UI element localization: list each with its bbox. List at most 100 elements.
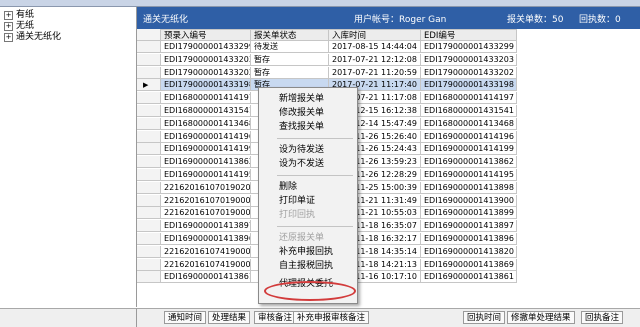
cell-entry-time[interactable]: 2017-07-21 12:12:08: [329, 53, 421, 66]
cell-preentry-no[interactable]: EDI168000001414197: [161, 92, 251, 105]
cell-preentry-no[interactable]: 221620161074190005: [161, 245, 251, 258]
cell-edi-no[interactable]: EDI169000001413869: [421, 258, 517, 271]
row-header[interactable]: [137, 105, 161, 117]
current-row-indicator[interactable]: [137, 79, 161, 92]
cell-edi-no[interactable]: EDI168000001431541: [421, 105, 517, 117]
tab-receipt-time[interactable]: 回执时间: [463, 311, 506, 324]
cell-preentry-no[interactable]: EDI169000001414195: [161, 169, 251, 181]
cell-edi-no[interactable]: EDI169000001413896: [421, 233, 517, 245]
cell-edi-no[interactable]: EDI179000001433198: [421, 79, 517, 92]
expand-icon[interactable]: +: [4, 11, 13, 20]
cell-preentry-no[interactable]: EDI168000001413468: [161, 117, 251, 130]
menu-item-find-declaration[interactable]: 查找报关单: [259, 120, 357, 134]
cell-edi-no[interactable]: EDI168000001414197: [421, 92, 517, 105]
cell-edi-no[interactable]: EDI169000001413820: [421, 245, 517, 258]
cell-edi-no[interactable]: EDI169000001414195: [421, 169, 517, 181]
cell-preentry-no[interactable]: EDI179000001433202: [161, 66, 251, 79]
menu-item-set-no-send[interactable]: 设为不发送: [259, 157, 357, 171]
tab-supplement-review-note[interactable]: 补充申报审核备注: [293, 311, 370, 324]
cell-preentry-no[interactable]: EDI179000001433198: [161, 79, 251, 92]
row-header[interactable]: [137, 41, 161, 53]
tab-receipt-note[interactable]: 回执备注: [581, 311, 624, 324]
cell-preentry-no[interactable]: EDI179000001433203: [161, 53, 251, 66]
row-header[interactable]: [137, 169, 161, 181]
cell-status[interactable]: 待发送: [251, 41, 329, 53]
table-row[interactable]: EDI179000001433299 待发送 2017-08-15 14:44:04…: [137, 41, 517, 53]
row-header[interactable]: [137, 258, 161, 271]
row-header[interactable]: [137, 271, 161, 284]
cell-edi-no[interactable]: EDI169000001413900: [421, 194, 517, 207]
cell-preentry-no[interactable]: 221620161070190007: [161, 194, 251, 207]
row-header[interactable]: [137, 245, 161, 258]
cell-edi-no[interactable]: EDI169000001414199: [421, 143, 517, 156]
menu-separator: [277, 138, 353, 139]
cell-preentry-no[interactable]: EDI169000001414199: [161, 143, 251, 156]
column-header-preentry-no[interactable]: 预录入编号: [161, 29, 251, 41]
row-header[interactable]: [137, 92, 161, 105]
row-header[interactable]: [137, 194, 161, 207]
menu-item-new-declaration[interactable]: 新增报关单: [259, 92, 357, 106]
cell-edi-no[interactable]: EDI169000001413898: [421, 181, 517, 194]
cell-edi-no[interactable]: EDI179000001433203: [421, 53, 517, 66]
row-header[interactable]: [137, 117, 161, 130]
row-header[interactable]: [137, 220, 161, 233]
cell-edi-no[interactable]: EDI169000001414196: [421, 130, 517, 143]
tab-process-result[interactable]: 处理结果: [208, 311, 251, 324]
tree-item-paper[interactable]: + 有纸: [4, 10, 34, 21]
tab-review-note[interactable]: 审核备注: [254, 311, 297, 324]
row-header[interactable]: [137, 130, 161, 143]
cell-preentry-no[interactable]: 221620161070190208: [161, 181, 251, 194]
table-row[interactable]: EDI179000001433202 暂存 2017-07-21 11:20:59 E…: [137, 66, 517, 79]
declaration-count-label: 报关单数：50: [507, 15, 564, 25]
row-header[interactable]: [137, 233, 161, 245]
cell-edi-no[interactable]: EDI179000001433299: [421, 41, 517, 53]
tab-notify-time[interactable]: 通知时间: [164, 311, 207, 324]
menu-item-self-tax-receipt[interactable]: 自主报税回执: [259, 259, 357, 273]
cell-preentry-no[interactable]: EDI169000001414196: [161, 130, 251, 143]
row-header[interactable]: [137, 53, 161, 66]
expand-icon[interactable]: +: [4, 22, 13, 31]
receipt-count-label: 回执数：0: [579, 15, 621, 25]
column-header-status[interactable]: 报关单状态: [251, 29, 329, 41]
cell-edi-no[interactable]: EDI169000001413862: [421, 156, 517, 169]
cell-status[interactable]: 暂存: [251, 66, 329, 79]
row-header[interactable]: [137, 156, 161, 169]
row-header[interactable]: [137, 207, 161, 220]
menu-item-supplement-receipt[interactable]: 补充申报回执: [259, 245, 357, 259]
tree-item-customs-paperless[interactable]: + 通关无纸化: [4, 32, 61, 43]
cell-edi-no[interactable]: EDI179000001433202: [421, 66, 517, 79]
cell-entry-time[interactable]: 2017-07-21 11:20:59: [329, 66, 421, 79]
cell-status[interactable]: 暂存: [251, 53, 329, 66]
row-header[interactable]: [137, 66, 161, 79]
row-header[interactable]: [137, 181, 161, 194]
tree-item-paperless[interactable]: + 无纸: [4, 21, 34, 32]
menu-item-print-documents[interactable]: 打印单证: [259, 194, 357, 208]
menu-item-restore-declaration[interactable]: 还原报关单: [259, 231, 357, 245]
table-header-row: 预录入编号 报关单状态 入库时间 EDI编号: [137, 29, 517, 41]
cell-preentry-no[interactable]: EDI169000001413862: [161, 156, 251, 169]
empty-area: [517, 29, 640, 305]
cell-edi-no[interactable]: EDI169000001413897: [421, 220, 517, 233]
cell-edi-no[interactable]: EDI169000001413861: [421, 271, 517, 284]
menu-item-edit-declaration[interactable]: 修改报关单: [259, 106, 357, 120]
cell-edi-no[interactable]: EDI169000001413899: [421, 207, 517, 220]
cell-preentry-no[interactable]: 221620161070190006: [161, 207, 251, 220]
row-header[interactable]: [137, 143, 161, 156]
menu-item-print-receipt[interactable]: 打印回执: [259, 208, 357, 222]
cell-preentry-no[interactable]: EDI169000001413861: [161, 271, 251, 284]
cell-preentry-no[interactable]: EDI169000001413897: [161, 220, 251, 233]
menu-item-delete[interactable]: 删除: [259, 180, 357, 194]
column-header-entry-time[interactable]: 入库时间: [329, 29, 421, 41]
cell-preentry-no[interactable]: EDI169000001413896: [161, 233, 251, 245]
column-header-edi-no[interactable]: EDI编号: [421, 29, 517, 41]
cell-preentry-no[interactable]: EDI179000001433299: [161, 41, 251, 53]
table-row[interactable]: EDI179000001433203 暂存 2017-07-21 12:12:08 E…: [137, 53, 517, 66]
expand-icon[interactable]: +: [4, 33, 13, 42]
menu-item-set-pending[interactable]: 设为待发送: [259, 143, 357, 157]
tab-revoke-result[interactable]: 修撤单处理结果: [507, 311, 575, 324]
cell-edi-no[interactable]: EDI168000001413468: [421, 117, 517, 130]
cell-preentry-no[interactable]: 221620161074190004: [161, 258, 251, 271]
bottom-tab-bar: 通知时间 处理结果 审核备注 补充申报审核备注 回执时间 修撤单处理结果 回执备…: [137, 308, 640, 327]
cell-preentry-no[interactable]: EDI168000001431541: [161, 105, 251, 117]
cell-entry-time[interactable]: 2017-08-15 14:44:04: [329, 41, 421, 53]
